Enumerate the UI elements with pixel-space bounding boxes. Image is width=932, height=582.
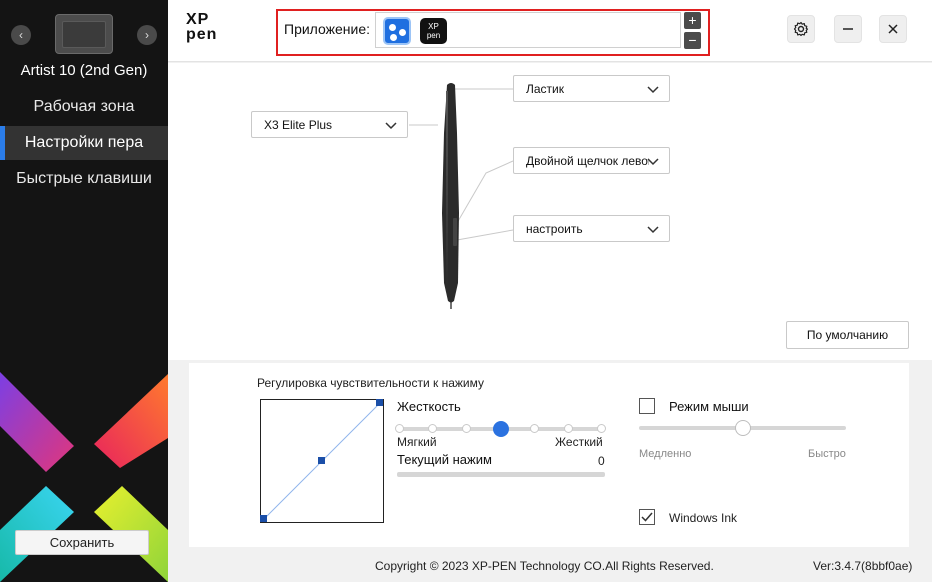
- sidebar-item-pen-settings[interactable]: Настройки пера: [0, 126, 168, 160]
- windows-ink-checkbox[interactable]: [639, 509, 655, 525]
- windows-ink-label: Windows Ink: [669, 511, 738, 525]
- chevron-down-icon: [385, 122, 397, 130]
- checkmark-icon: [641, 512, 653, 522]
- footer: Copyright © 2023 XP-PEN Technology CO.Al…: [168, 550, 932, 582]
- application-list: XP pen: [375, 12, 681, 48]
- chevron-right-icon[interactable]: ›: [137, 25, 157, 45]
- current-pressure-value: 0: [598, 454, 605, 468]
- curve-end-handle[interactable]: [376, 399, 383, 406]
- sidebar-item-shortcut-keys[interactable]: Быстрые клавиши: [0, 162, 168, 196]
- application-label: Приложение:: [284, 21, 371, 37]
- pressure-section-title: Регулировка чувствительности к нажиму: [257, 376, 485, 390]
- chevron-down-icon: [647, 86, 659, 94]
- top-button-dropdown[interactable]: Ластик: [513, 75, 670, 102]
- soft-label: Мягкий: [397, 435, 437, 449]
- remove-application-button[interactable]: −: [684, 32, 701, 49]
- restore-default-button[interactable]: По умолчанию: [786, 321, 909, 349]
- chevron-down-icon: [647, 158, 659, 166]
- xppen-logo: XP pen: [186, 11, 218, 43]
- pen-settings-area: X3 Elite Plus Ластик Двойной щелчок лево…: [168, 63, 932, 360]
- close-icon[interactable]: [879, 15, 907, 43]
- curve-mid-handle[interactable]: [318, 457, 325, 464]
- mouse-speed-slider[interactable]: [639, 420, 846, 436]
- sidebar-item-workspace[interactable]: Рабочая зона: [0, 90, 168, 124]
- hardness-slider[interactable]: [395, 421, 606, 437]
- hard-label: Жесткий: [555, 435, 603, 449]
- pen-model-dropdown[interactable]: X3 Elite Plus: [251, 111, 408, 138]
- device-name: Artist 10 (2nd Gen): [20, 62, 148, 79]
- pen-illustration: [409, 83, 514, 309]
- pressure-settings-panel: Регулировка чувствительности к нажиму Же…: [189, 363, 909, 547]
- mouse-mode-checkbox[interactable]: [639, 398, 655, 414]
- lower-button-dropdown[interactable]: настроить: [513, 215, 670, 242]
- minimize-icon[interactable]: [834, 15, 862, 43]
- header: XP pen Приложение: XP pen + −: [168, 0, 932, 62]
- slow-label: Медленно: [639, 448, 692, 460]
- application-selector: Приложение: XP pen + −: [276, 9, 710, 56]
- mouse-mode-label: Режим мыши: [669, 399, 749, 414]
- pressure-curve[interactable]: [260, 399, 384, 523]
- current-pressure-label: Текущий нажим: [397, 452, 492, 467]
- upper-button-dropdown[interactable]: Двойной щелчок левой: [513, 147, 670, 174]
- mouse-speed-slider-knob[interactable]: [734, 420, 751, 436]
- xppen-app-icon[interactable]: XP pen: [420, 18, 447, 44]
- chevron-down-icon: [647, 226, 659, 234]
- save-button[interactable]: Сохранить: [15, 530, 149, 555]
- fast-label: Быстро: [808, 448, 846, 460]
- copyright-text: Copyright © 2023 XP-PEN Technology CO.Al…: [375, 559, 714, 573]
- chevron-left-icon[interactable]: ‹: [11, 25, 31, 45]
- hardness-slider-knob[interactable]: [493, 421, 509, 437]
- version-text: Ver:3.4.7(8bbf0ae): [813, 559, 913, 573]
- hardness-label: Жесткость: [397, 399, 461, 414]
- all-apps-icon[interactable]: [383, 17, 411, 45]
- add-application-button[interactable]: +: [684, 12, 701, 29]
- gear-icon[interactable]: [787, 15, 815, 43]
- curve-start-handle[interactable]: [260, 515, 267, 522]
- tablet-image: [55, 14, 113, 54]
- current-pressure-bar: [397, 472, 605, 477]
- sidebar: ‹ › Artist 10 (2nd Gen) Рабочая зона Нас…: [0, 0, 168, 582]
